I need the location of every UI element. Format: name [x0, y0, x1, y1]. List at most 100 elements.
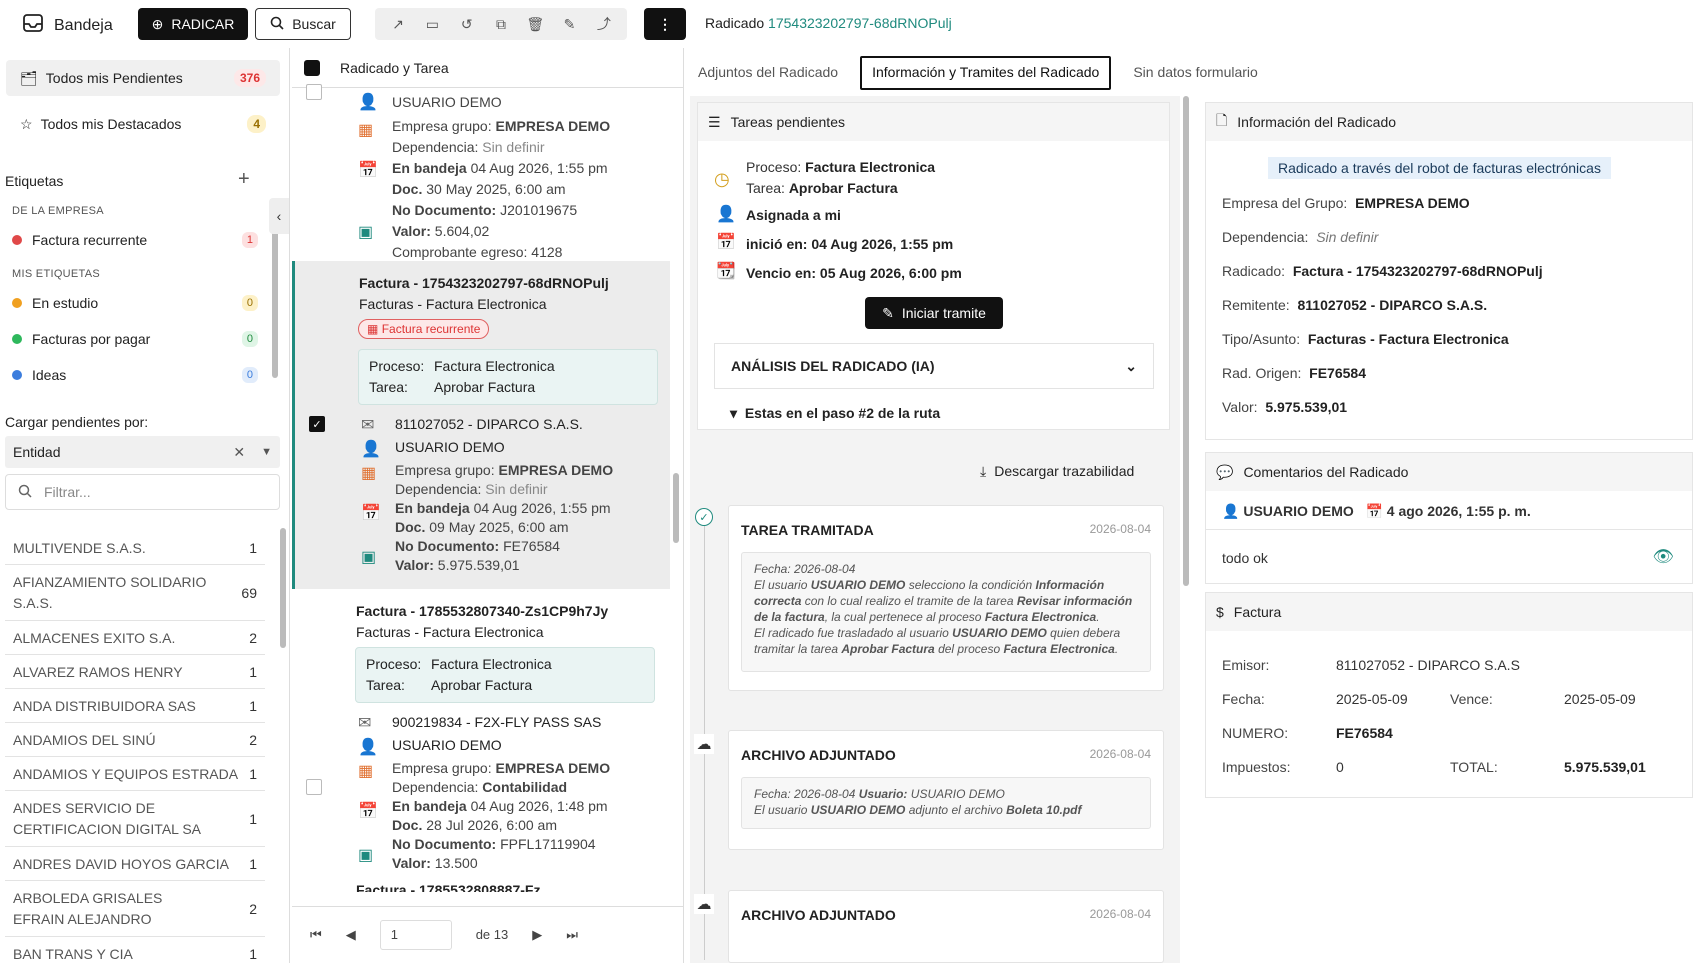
tab-sin-datos[interactable]: Sin datos formulario [1125, 56, 1266, 90]
radicar-button[interactable]: ⊕ RADICAR [138, 8, 248, 40]
middle-scrollbar[interactable] [1183, 96, 1189, 586]
info-label: Radicado: [1222, 263, 1286, 279]
event-usuario: USUARIO DEMO [910, 787, 1005, 801]
tag-ideas[interactable]: Ideas 0 [12, 363, 258, 387]
comentarios-header: 💬 Comentarios del Radicado [1206, 453, 1692, 491]
edit-icon[interactable]: ✎ [559, 13, 581, 35]
tag-badge: ▦ Factura recurrente [358, 319, 490, 339]
info-label: Remitente: [1222, 297, 1290, 313]
page-total: de 13 [475, 927, 509, 942]
comment-icon[interactable]: ▭ [421, 13, 443, 35]
sidebar-item-pendientes[interactable]: 🗂 Todos mis Pendientes 376 [6, 60, 280, 96]
comentarios-title: Comentarios del Radicado [1243, 464, 1409, 480]
cargar-select[interactable]: Entidad ✕ ▼ [5, 436, 280, 468]
card-title: Factura - 1785532807340-Zs1CP9h7Jy [356, 603, 609, 619]
filter-input[interactable]: Filtrar... [5, 474, 280, 510]
list-item[interactable]: Factura - 1785532807340-Zs1CP9h7Jy Factu… [292, 589, 670, 901]
radicado-label: Radicado [705, 15, 765, 31]
entity-item[interactable]: ARBOLEDA GRISALES EFRAIN ALEJANDRO 2 [5, 881, 265, 937]
list-item-selected[interactable]: Factura - 1754323202797-68dRNOPulj Factu… [292, 261, 670, 589]
card-bandeja: 04 Aug 2026, 1:55 pm [473, 500, 611, 516]
etiquetas-title: Etiquetas [5, 173, 64, 189]
entity-item[interactable]: ANDAMIOS DEL SINÚ 2 [5, 723, 265, 757]
calendar-icon: 📅 [1365, 503, 1383, 519]
card-comprobante: Comprobante egreso: 4128 [392, 244, 563, 260]
fecha-value: 2025-05-09 [1336, 691, 1408, 707]
event-proc: Factura Electronica [1003, 642, 1115, 656]
paso-toggle[interactable]: ▾ Estas en el paso #2 de la ruta [730, 405, 940, 422]
event-date: 2026-08-04 [1089, 907, 1151, 921]
tarea-nombre: Aprobar Factura [788, 180, 898, 196]
row-checkbox[interactable] [306, 779, 322, 795]
tab-adjuntos[interactable]: Adjuntos del Radicado [690, 56, 846, 90]
factura-title: Factura [1233, 604, 1282, 620]
copy-icon[interactable]: ⧉ [490, 13, 512, 35]
money-icon: ▣ [361, 549, 377, 566]
entity-name: ANDAMIOS Y EQUIPOS ESTRADA [13, 765, 239, 782]
entity-name: MULTIVENDE S.A.S. [13, 539, 146, 556]
calendar-alert-icon: 📆 [716, 263, 736, 280]
collapse-sidebar-button[interactable]: ‹ [269, 198, 289, 234]
descargar-button[interactable]: ⤓ Descargar trazabilidad [980, 463, 1134, 480]
prev-page-icon[interactable]: ◀ [346, 927, 356, 943]
event-title: ARCHIVO ADJUNTADO [741, 747, 896, 763]
tag-factura-recurrente[interactable]: Factura recurrente 1 [12, 228, 258, 252]
tab-informacion[interactable]: Información y Tramites del Radicado [860, 56, 1112, 90]
trash-icon[interactable]: 🗑 [524, 13, 546, 35]
sidebar-item-destacados[interactable]: ☆ Todos mis Destacados 4 [6, 106, 280, 142]
more-button[interactable]: ⋮ [644, 8, 686, 40]
row-checkbox[interactable]: ✓ [309, 416, 325, 432]
card-doc: 09 May 2025, 6:00 am [429, 519, 569, 535]
entity-item[interactable]: MULTIVENDE S.A.S. 1 [5, 531, 265, 565]
refresh-icon[interactable]: ↺ [456, 13, 478, 35]
proceso-label: Proceso: [746, 159, 802, 175]
eye-icon[interactable]: 👁 [1652, 547, 1674, 567]
buscar-button[interactable]: Buscar [255, 8, 351, 40]
analisis-accordion[interactable]: ANÁLISIS DEL RADICADO (IA) ⌄ [714, 343, 1154, 389]
info-value: Factura - 1754323202797-68dRNOPulj [1292, 263, 1543, 279]
entities-scrollbar[interactable] [280, 528, 286, 648]
clear-icon[interactable]: ✕ [233, 444, 245, 461]
user-icon: 👤 [1222, 503, 1240, 519]
first-page-icon[interactable]: ⏮ [310, 927, 322, 943]
dropdown-icon[interactable]: ▼ [261, 446, 272, 458]
mail-icon: ✉ [361, 417, 375, 434]
entity-item[interactable]: ANDRES DAVID HOYOS GARCIA 1 [5, 847, 265, 881]
brand[interactable]: Bandeja [22, 13, 113, 38]
card-title: Factura - 1754323202797-68dRNOPulj [359, 275, 609, 291]
card-proceso: Factura Electronica [431, 656, 552, 672]
event-text: El usuario [754, 803, 808, 817]
timeline-event: ARCHIVO ADJUNTADO 2026-08-04 [728, 890, 1164, 963]
list-scrollbar[interactable] [673, 473, 679, 543]
route-icon[interactable]: ⤴ [593, 13, 615, 35]
row-checkbox[interactable] [306, 84, 322, 100]
card-valor: 5.604,02 [434, 223, 490, 239]
entity-item[interactable]: BAN TRANS Y CIA 1 [5, 937, 265, 963]
open-external-icon[interactable]: ↗ [387, 13, 409, 35]
nodoc-label: No Documento: [392, 202, 497, 218]
cargar-label: Cargar pendientes por: [5, 414, 149, 430]
next-page-icon[interactable]: ▶ [532, 927, 542, 943]
entity-item[interactable]: ANDAMIOS Y EQUIPOS ESTRADA 1 [5, 757, 265, 791]
download-icon: ⤓ [980, 463, 987, 479]
card-empresa: EMPRESA DEMO [498, 462, 614, 478]
entity-item[interactable]: ANDES SERVICIO DE CERTIFICACION DIGITAL … [5, 791, 265, 847]
empresa-label: Empresa grupo: [395, 462, 495, 478]
tag-en-estudio[interactable]: En estudio 0 [12, 291, 258, 315]
tareas-title: Tareas pendientes [730, 114, 845, 130]
page-input[interactable]: 1 [379, 919, 452, 950]
last-page-icon[interactable]: ⏭ [566, 927, 578, 943]
inicio: inició en: 04 Aug 2026, 1:55 pm [746, 236, 954, 252]
select-all-checkbox[interactable] [304, 59, 320, 76]
entity-name: ANDRES DAVID HOYOS GARCIA [13, 855, 230, 872]
iniciar-tramite-button[interactable]: ✎ Iniciar tramite [865, 297, 1003, 329]
entity-item[interactable]: ANDA DISTRIBUIDORA SAS 1 [5, 689, 265, 723]
card-bandeja: 04 Aug 2026, 1:48 pm [470, 798, 608, 814]
card-user: USUARIO DEMO [392, 737, 502, 753]
entity-item[interactable]: ALMACENES EXITO S.A. 2 [5, 621, 265, 655]
entity-item[interactable]: AFIANZAMIENTO SOLIDARIO S.A.S. 69 [5, 565, 265, 621]
event-date: 2026-08-04 [1089, 747, 1151, 761]
entity-item[interactable]: ALVAREZ RAMOS HENRY 1 [5, 655, 265, 689]
tag-facturas-por-pagar[interactable]: Facturas por pagar 0 [12, 327, 258, 351]
add-tag-icon[interactable]: + [238, 168, 250, 191]
